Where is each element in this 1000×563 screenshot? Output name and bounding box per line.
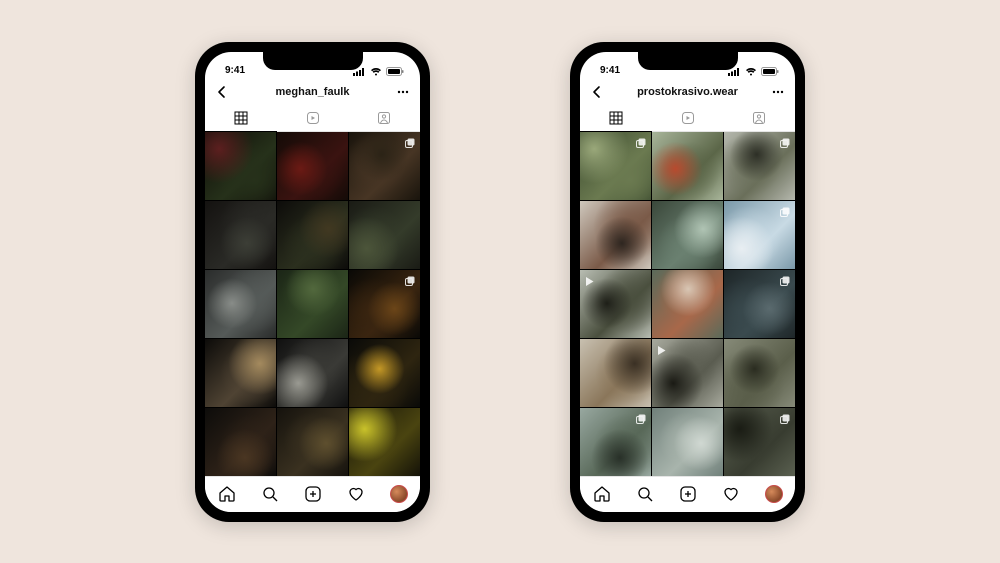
post-grid xyxy=(205,132,420,476)
profile-header: meghan_faulk xyxy=(205,78,420,106)
back-button[interactable] xyxy=(215,85,229,99)
post-thumbnail[interactable] xyxy=(580,132,651,200)
back-button[interactable] xyxy=(590,85,604,99)
post-thumbnail[interactable] xyxy=(580,408,651,476)
video-icon xyxy=(584,274,595,285)
profile-tabs xyxy=(205,106,420,132)
post-thumbnail[interactable] xyxy=(205,132,276,200)
phone-mockup-2: 9:41 prostokrasivo.wear xyxy=(570,42,805,522)
post-thumbnail[interactable] xyxy=(652,270,723,338)
profile-tabs xyxy=(580,106,795,132)
post-thumbnail[interactable] xyxy=(724,270,795,338)
nav-search[interactable] xyxy=(260,484,280,504)
phone-mockup-1: 9:41 meghan_faulk xyxy=(195,42,430,522)
nav-profile[interactable] xyxy=(764,484,784,504)
avatar xyxy=(765,485,783,503)
profile-username[interactable]: prostokrasivo.wear xyxy=(637,86,738,98)
phone-screen: 9:41 meghan_faulk xyxy=(205,52,420,512)
post-thumbnail[interactable] xyxy=(724,408,795,476)
tab-grid[interactable] xyxy=(205,106,277,131)
post-thumbnail[interactable] xyxy=(724,339,795,407)
nav-activity[interactable] xyxy=(721,484,741,504)
post-thumbnail[interactable] xyxy=(652,132,723,200)
post-thumbnail[interactable] xyxy=(277,132,348,200)
nav-profile[interactable] xyxy=(389,484,409,504)
post-thumbnail[interactable] xyxy=(277,408,348,476)
post-thumbnail[interactable] xyxy=(205,270,276,338)
nav-create[interactable] xyxy=(303,484,323,504)
nav-search[interactable] xyxy=(635,484,655,504)
carousel-icon xyxy=(405,274,416,285)
phone-screen: 9:41 prostokrasivo.wear xyxy=(580,52,795,512)
post-thumbnail[interactable] xyxy=(580,270,651,338)
post-thumbnail[interactable] xyxy=(349,408,420,476)
battery-icon xyxy=(761,67,779,76)
carousel-icon xyxy=(636,136,647,147)
tab-grid[interactable] xyxy=(580,106,652,131)
carousel-icon xyxy=(780,136,791,147)
profile-header: prostokrasivo.wear xyxy=(580,78,795,106)
video-icon xyxy=(656,343,667,354)
carousel-icon xyxy=(405,136,416,147)
post-thumbnail[interactable] xyxy=(652,408,723,476)
post-grid xyxy=(580,132,795,476)
bottom-nav xyxy=(205,476,420,512)
phone-notch xyxy=(638,52,738,70)
post-thumbnail[interactable] xyxy=(652,201,723,269)
post-thumbnail[interactable] xyxy=(205,201,276,269)
post-thumbnail[interactable] xyxy=(349,201,420,269)
post-thumbnail[interactable] xyxy=(349,339,420,407)
post-thumbnail[interactable] xyxy=(277,339,348,407)
tab-reels[interactable] xyxy=(652,106,724,131)
profile-username[interactable]: meghan_faulk xyxy=(276,86,350,98)
battery-icon xyxy=(386,67,404,76)
nav-home[interactable] xyxy=(592,484,612,504)
wifi-icon xyxy=(745,67,757,76)
phone-notch xyxy=(263,52,363,70)
carousel-icon xyxy=(780,274,791,285)
post-thumbnail[interactable] xyxy=(580,339,651,407)
post-thumbnail[interactable] xyxy=(349,270,420,338)
more-options-button[interactable] xyxy=(771,85,785,99)
post-thumbnail[interactable] xyxy=(724,201,795,269)
nav-create[interactable] xyxy=(678,484,698,504)
carousel-icon xyxy=(780,205,791,216)
carousel-icon xyxy=(780,412,791,423)
post-thumbnail[interactable] xyxy=(205,339,276,407)
status-time: 9:41 xyxy=(600,65,620,76)
tab-reels[interactable] xyxy=(277,106,349,131)
wifi-icon xyxy=(370,67,382,76)
post-thumbnail[interactable] xyxy=(277,270,348,338)
nav-home[interactable] xyxy=(217,484,237,504)
tab-tagged[interactable] xyxy=(348,106,420,131)
avatar xyxy=(390,485,408,503)
post-thumbnail[interactable] xyxy=(580,201,651,269)
post-thumbnail[interactable] xyxy=(652,339,723,407)
post-thumbnail[interactable] xyxy=(349,132,420,200)
nav-activity[interactable] xyxy=(346,484,366,504)
post-thumbnail[interactable] xyxy=(724,132,795,200)
more-options-button[interactable] xyxy=(396,85,410,99)
carousel-icon xyxy=(636,412,647,423)
bottom-nav xyxy=(580,476,795,512)
tab-tagged[interactable] xyxy=(723,106,795,131)
post-thumbnail[interactable] xyxy=(277,201,348,269)
status-time: 9:41 xyxy=(225,65,245,76)
post-thumbnail[interactable] xyxy=(205,408,276,476)
